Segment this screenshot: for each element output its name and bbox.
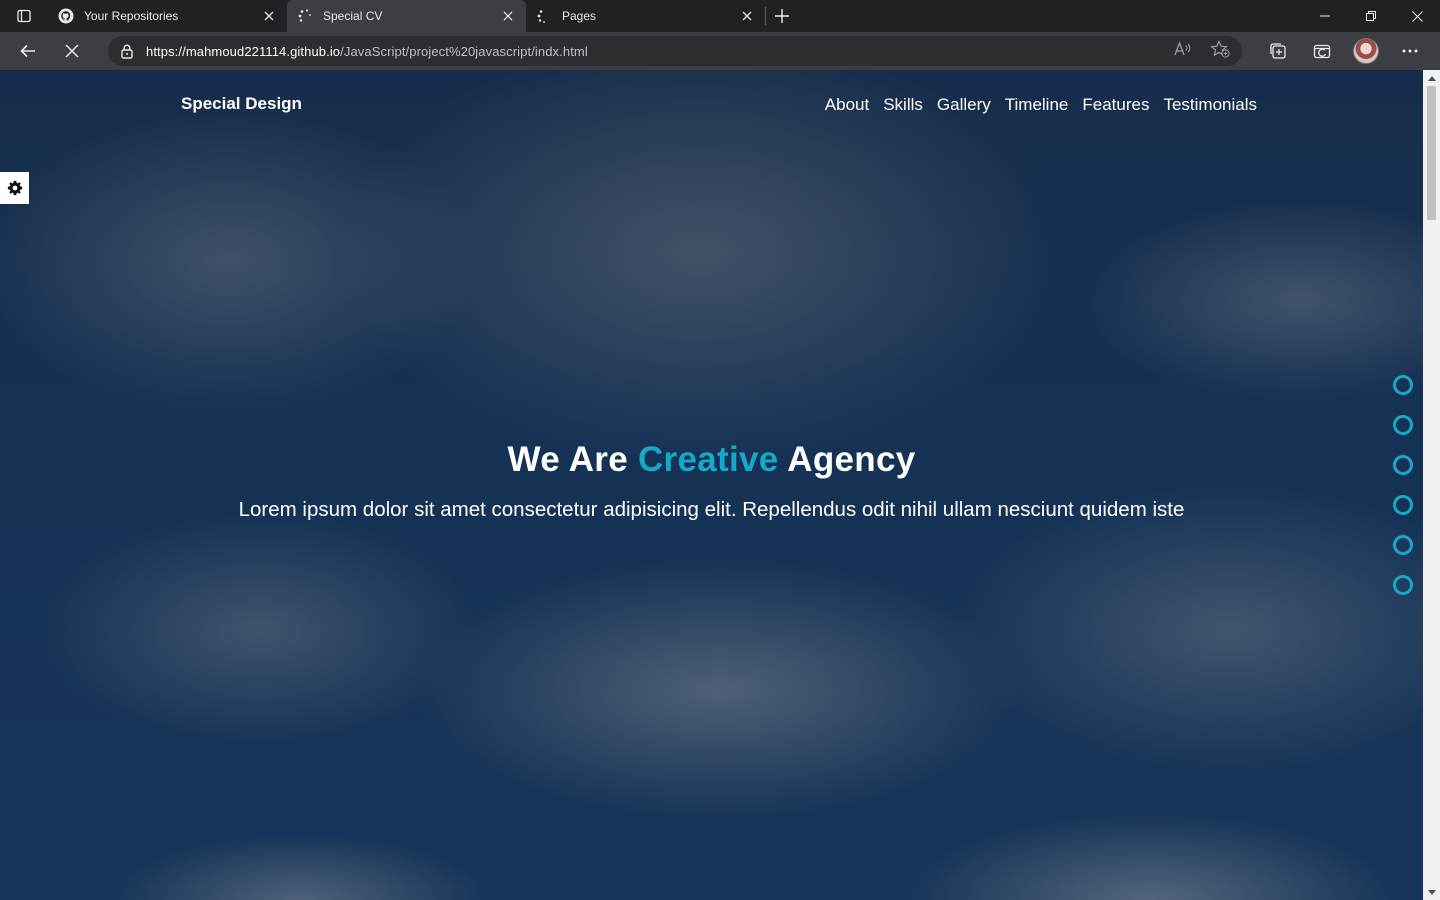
stop-loading-button[interactable] — [50, 32, 94, 70]
window-controls — [1302, 0, 1440, 32]
scrollbar-thumb[interactable] — [1427, 86, 1436, 220]
minimize-icon — [1320, 15, 1330, 17]
url-host: https://mahmoud221114.github.io — [146, 43, 341, 59]
close-tab-icon[interactable] — [500, 8, 516, 24]
avatar — [1353, 38, 1379, 64]
tab-title: Your Repositories — [84, 9, 179, 23]
new-tab-button[interactable] — [766, 0, 798, 32]
browser-tab-bar: Your Repositories Special CV Pages — [0, 0, 1440, 32]
settings-more-button[interactable] — [1388, 32, 1432, 70]
gear-icon — [7, 180, 22, 196]
arrow-left-icon — [20, 44, 35, 58]
close-tab-icon[interactable] — [739, 8, 755, 24]
browser-toolbar: https://mahmoud221114.github.io/JavaScri… — [0, 32, 1440, 70]
nav-link-about[interactable]: About — [825, 95, 869, 115]
close-icon — [65, 44, 79, 58]
tab-special-cv[interactable]: Special CV — [287, 0, 526, 32]
hero-intro: We Are Creative Agency Lorem ipsum dolor… — [0, 440, 1423, 522]
site-logo[interactable]: Special Design — [181, 94, 302, 114]
nav-link-features[interactable]: Features — [1082, 95, 1149, 115]
minimize-button[interactable] — [1302, 0, 1348, 32]
lock-icon — [120, 43, 136, 59]
edge-icon — [1313, 44, 1331, 59]
hero-title-post: Agency — [778, 440, 916, 479]
caret-down-icon — [1427, 889, 1436, 895]
read-aloud-icon[interactable] — [1174, 40, 1192, 62]
hero-subtitle: Lorem ipsum dolor sit amet consectetur a… — [238, 498, 1185, 521]
close-icon — [1411, 10, 1423, 22]
hero-title-accent: Creative — [637, 440, 779, 479]
nav-link-testimonials[interactable]: Testimonials — [1163, 95, 1257, 115]
restore-icon — [1366, 11, 1376, 21]
tab-your-repositories[interactable]: Your Repositories — [48, 0, 287, 32]
hero-title-pre: We Are — [507, 440, 638, 479]
tab-pages[interactable]: Pages — [526, 0, 765, 32]
add-favorite-icon[interactable] — [1210, 39, 1230, 63]
tab-title: Pages — [562, 9, 597, 23]
page-viewport: Special Design About Skills Gallery Time… — [0, 70, 1423, 900]
url-text: https://mahmoud221114.github.io/JavaScri… — [146, 44, 588, 59]
tab-title: Special CV — [323, 9, 383, 23]
nav-bullet-testimonials[interactable] — [1393, 575, 1413, 595]
page-scrollbar[interactable] — [1423, 70, 1440, 900]
main-nav: About Skills Gallery Timeline Features T… — [825, 95, 1257, 115]
nav-link-skills[interactable]: Skills — [883, 95, 923, 115]
tab-actions-icon — [17, 9, 31, 23]
nav-bullet-features[interactable] — [1393, 535, 1413, 555]
scroll-up-arrow[interactable] — [1423, 70, 1440, 86]
url-path: /JavaScript/project%20javascript/indx.ht… — [340, 43, 588, 59]
address-bar[interactable]: https://mahmoud221114.github.io/JavaScri… — [108, 36, 1242, 66]
close-window-button[interactable] — [1394, 0, 1440, 32]
nav-link-gallery[interactable]: Gallery — [937, 95, 991, 115]
edge-extensions-button[interactable] — [1300, 32, 1344, 70]
caret-up-icon — [1427, 75, 1436, 81]
nav-bullet-about[interactable] — [1393, 375, 1413, 395]
close-tab-icon[interactable] — [261, 8, 277, 24]
hero-title: We Are Creative Agency — [0, 440, 1423, 480]
nav-link-timeline[interactable]: Timeline — [1005, 95, 1069, 115]
loading-spinner-icon — [536, 8, 552, 24]
collections-icon — [1270, 43, 1286, 59]
loading-spinner-icon — [297, 8, 313, 24]
collections-button[interactable] — [1256, 32, 1300, 70]
github-icon — [58, 8, 74, 24]
nav-bullet-skills[interactable] — [1393, 415, 1413, 435]
back-button[interactable] — [6, 32, 50, 70]
tab-actions-button[interactable] — [0, 0, 48, 32]
scroll-down-arrow[interactable] — [1423, 884, 1440, 900]
profile-button[interactable] — [1344, 32, 1388, 70]
restore-button[interactable] — [1348, 0, 1394, 32]
site-header: Special Design About Skills Gallery Time… — [0, 70, 1423, 140]
more-horizontal-icon — [1402, 49, 1418, 53]
settings-toggle-button[interactable] — [0, 172, 29, 204]
plus-icon — [775, 9, 789, 23]
